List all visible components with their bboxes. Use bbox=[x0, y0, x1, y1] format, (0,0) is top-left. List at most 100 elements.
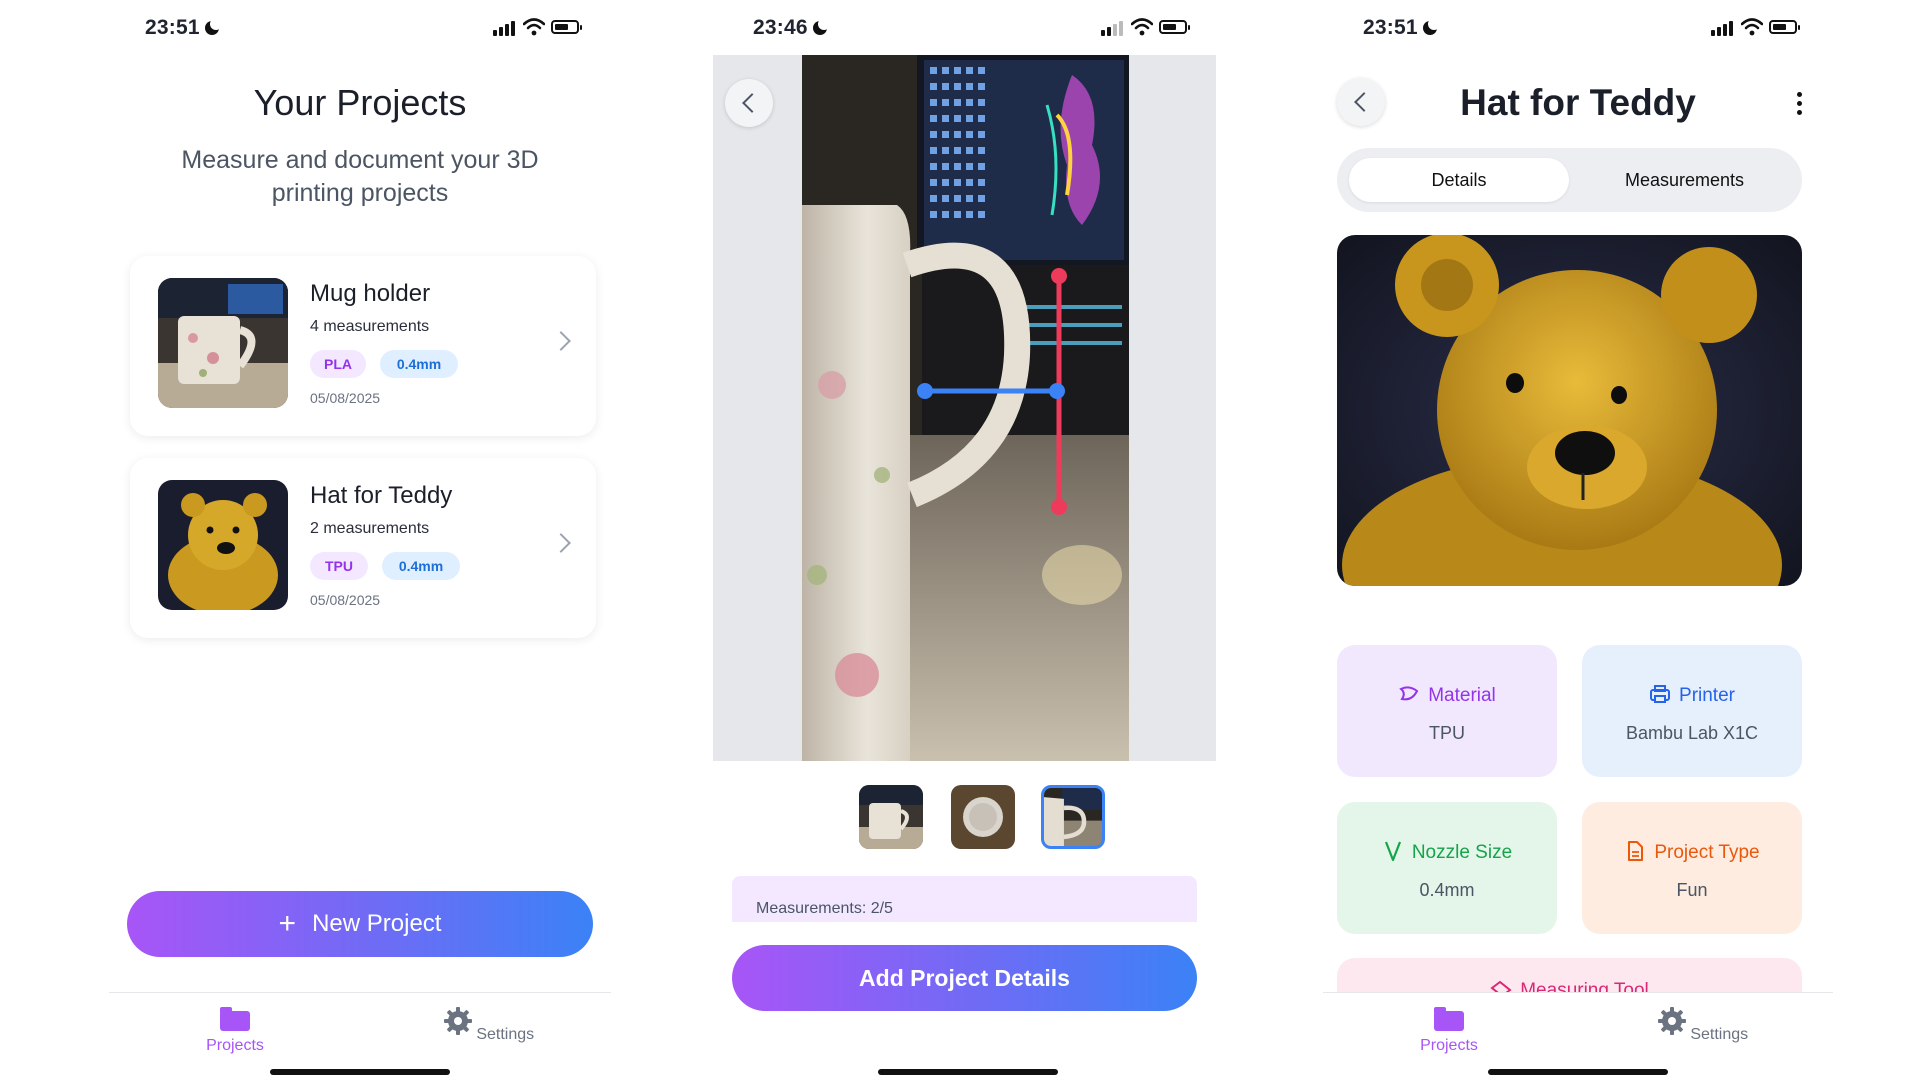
measurement-handle[interactable] bbox=[917, 383, 933, 399]
status-bar: 23:46 bbox=[713, 14, 1223, 42]
wifi-icon bbox=[1741, 18, 1763, 36]
cellular-signal-icon bbox=[1711, 20, 1733, 36]
document-icon bbox=[1628, 841, 1644, 861]
measurement-overlay[interactable] bbox=[802, 55, 1129, 761]
tab-settings-label: Settings bbox=[476, 1026, 535, 1043]
measurements-status: Measurements: 2/5 bbox=[732, 876, 1197, 922]
chevron-right-icon bbox=[551, 533, 571, 553]
chevron-right-icon bbox=[551, 331, 571, 351]
material-label-row: Material bbox=[1337, 683, 1557, 707]
nozzle-icon bbox=[1384, 841, 1401, 862]
page-subtitle: Measure and document your 3D printing pr… bbox=[181, 146, 539, 207]
project-measurement-count: 2 measurements bbox=[310, 520, 430, 537]
battery-icon bbox=[1769, 20, 1800, 34]
home-indicator bbox=[270, 1069, 450, 1075]
add-project-details-button[interactable]: Add Project Details bbox=[732, 945, 1197, 1011]
project-date: 05/08/2025 bbox=[310, 592, 381, 608]
tab-projects-label: Projects bbox=[206, 1037, 264, 1054]
measurement-handle[interactable] bbox=[1051, 268, 1067, 284]
moon-icon bbox=[204, 18, 222, 35]
project-name: Mug holder bbox=[310, 280, 431, 307]
tab-projects[interactable]: Projects bbox=[165, 1007, 305, 1055]
project-measurement-count: 4 measurements bbox=[310, 318, 430, 335]
project-type-label-row: Project Type bbox=[1582, 840, 1802, 864]
tab-settings-label: Settings bbox=[1690, 1026, 1749, 1043]
segment-measurements[interactable]: Measurements bbox=[1577, 158, 1792, 202]
page-title: Your Projects bbox=[253, 82, 467, 123]
project-type-info-card: Project Type Fun bbox=[1582, 802, 1802, 934]
nozzle-value: 0.4mm bbox=[1419, 880, 1475, 900]
status-bar: 23:51 bbox=[105, 14, 615, 42]
material-icon bbox=[1399, 686, 1419, 701]
project-name: Hat for Teddy bbox=[310, 482, 453, 509]
segment-details[interactable]: Details bbox=[1349, 158, 1569, 202]
tab-bar: Projects Settings bbox=[1323, 992, 1833, 1080]
plus-icon: + bbox=[278, 907, 297, 940]
material-badge: PLA bbox=[310, 350, 366, 378]
projects-screen: 23:51 Your Projects Measure and document… bbox=[105, 0, 615, 1080]
home-indicator bbox=[878, 1069, 1058, 1075]
cellular-signal-icon bbox=[493, 20, 515, 36]
gear-icon bbox=[443, 1007, 472, 1035]
moon-icon bbox=[1422, 18, 1440, 35]
project-card-hat-for-teddy[interactable]: Hat for Teddy 2 measurements TPU 0.4mm 0… bbox=[130, 458, 596, 638]
project-photo bbox=[1337, 235, 1802, 586]
moon-icon bbox=[812, 18, 830, 35]
tab-settings[interactable]: Settings bbox=[1633, 1007, 1773, 1044]
measurements-count: Measurements: 2/5 bbox=[756, 900, 893, 917]
material-value: TPU bbox=[1429, 723, 1465, 743]
nozzle-label-row: Nozzle Size bbox=[1337, 840, 1557, 864]
segmented-control: Details Measurements bbox=[1337, 148, 1802, 212]
project-type-value: Fun bbox=[1676, 880, 1708, 900]
nozzle-label: Nozzle Size bbox=[1411, 842, 1513, 863]
printer-label: Printer bbox=[1679, 685, 1735, 706]
nozzle-badge: 0.4mm bbox=[380, 350, 458, 378]
project-date: 05/08/2025 bbox=[310, 390, 381, 406]
material-info-card: Material TPU bbox=[1337, 645, 1557, 777]
new-project-label: New Project bbox=[312, 910, 442, 937]
battery-icon bbox=[1159, 20, 1190, 34]
tab-settings[interactable]: Settings bbox=[419, 1007, 559, 1044]
photo-viewer bbox=[713, 55, 1216, 761]
status-time: 23:51 bbox=[145, 16, 222, 40]
home-indicator bbox=[1488, 1069, 1668, 1075]
project-thumbnail bbox=[158, 278, 288, 408]
status-time: 23:51 bbox=[1363, 16, 1440, 40]
photo-thumbnail-selected[interactable] bbox=[1041, 785, 1105, 849]
project-card-mug-holder[interactable]: Mug holder 4 measurements PLA 0.4mm 05/0… bbox=[130, 256, 596, 436]
new-project-button[interactable]: + New Project bbox=[127, 891, 593, 957]
status-bar: 23:51 bbox=[1323, 14, 1833, 42]
tab-projects-label: Projects bbox=[1420, 1037, 1478, 1054]
project-thumbnail bbox=[158, 480, 288, 610]
printer-info-card: Printer Bambu Lab X1C bbox=[1582, 645, 1802, 777]
printer-label-row: Printer bbox=[1582, 683, 1802, 707]
folder-icon bbox=[220, 1007, 250, 1031]
measurement-photo[interactable] bbox=[802, 55, 1129, 761]
photo-thumbnail[interactable] bbox=[951, 785, 1015, 849]
folder-icon bbox=[1434, 1007, 1464, 1031]
photo-thumbnails bbox=[859, 785, 1119, 851]
battery-icon bbox=[551, 20, 582, 34]
project-detail-screen: 23:51 Hat for Teddy Details Measurements bbox=[1323, 0, 1833, 1080]
more-vertical-icon[interactable] bbox=[1797, 92, 1803, 116]
nozzle-badge: 0.4mm bbox=[382, 552, 460, 580]
tab-projects[interactable]: Projects bbox=[1379, 1007, 1519, 1055]
gear-icon bbox=[1657, 1007, 1686, 1035]
project-type-label: Project Type bbox=[1654, 842, 1760, 863]
tab-bar: Projects Settings bbox=[109, 992, 611, 1080]
photo-thumbnail[interactable] bbox=[859, 785, 923, 849]
printer-icon bbox=[1650, 685, 1671, 703]
wifi-icon bbox=[523, 18, 545, 36]
material-badge: TPU bbox=[310, 552, 368, 580]
measurement-handle[interactable] bbox=[1049, 383, 1065, 399]
status-time: 23:46 bbox=[753, 16, 830, 40]
project-title: Hat for Teddy bbox=[1460, 82, 1696, 123]
wifi-icon bbox=[1131, 18, 1153, 36]
material-label: Material bbox=[1428, 685, 1496, 706]
nozzle-info-card: Nozzle Size 0.4mm bbox=[1337, 802, 1557, 934]
back-button[interactable] bbox=[725, 79, 773, 127]
back-button[interactable] bbox=[1337, 78, 1385, 126]
measure-screen: 23:46 Measurements: 2/5 Add Project Deta… bbox=[713, 0, 1223, 1080]
printer-value: Bambu Lab X1C bbox=[1625, 723, 1759, 743]
measurement-handle[interactable] bbox=[1051, 499, 1067, 515]
